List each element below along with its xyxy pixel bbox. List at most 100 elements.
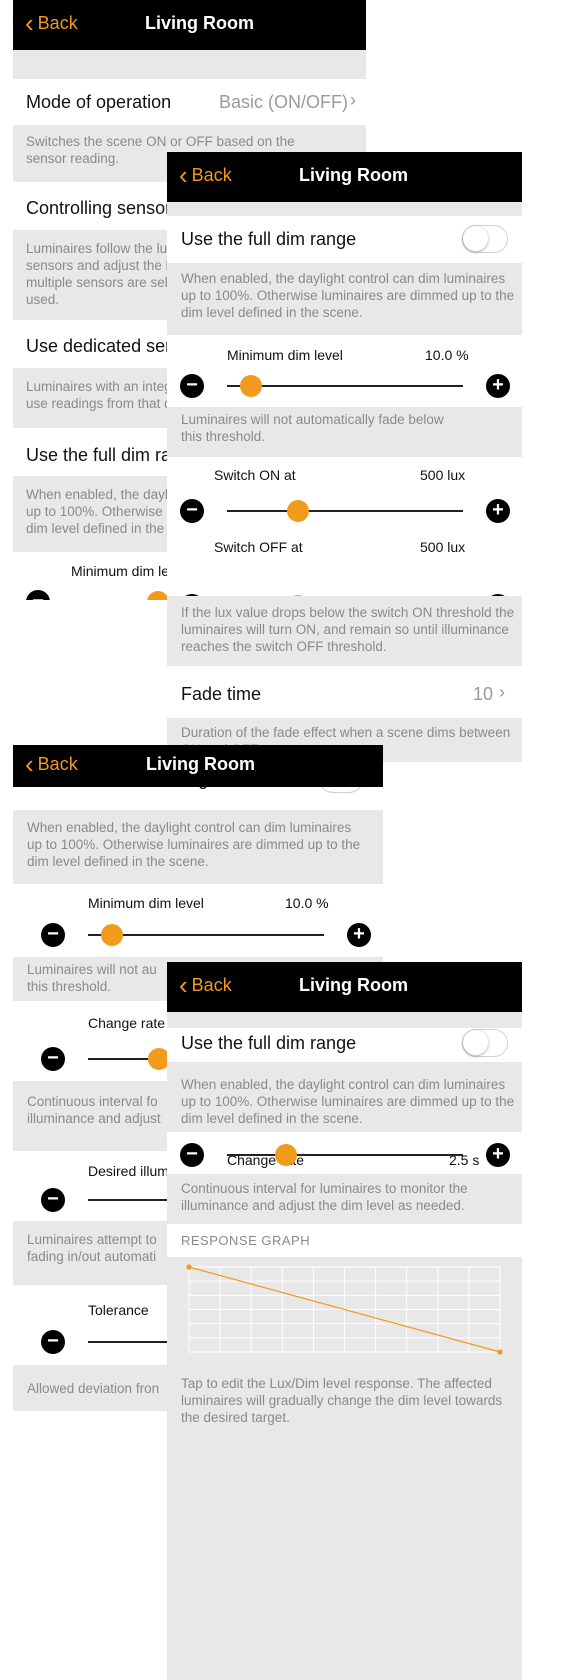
full-dim-range-toggle[interactable] — [462, 225, 508, 253]
back-button[interactable]: ‹ Back — [179, 972, 232, 998]
plus-circle-icon[interactable]: + — [486, 374, 510, 398]
min-dim-value: 10.0 % — [285, 895, 329, 911]
min-dim-desc-line: this threshold. — [27, 979, 112, 994]
graph-desc-line: the desired target. — [181, 1410, 290, 1425]
minus-circle-icon[interactable]: − — [180, 1143, 204, 1167]
switch-off-label: Switch OFF at — [214, 539, 303, 555]
screen-response-graph: ‹ Back Living Room Use the full dim rang… — [167, 962, 522, 1680]
back-button[interactable]: ‹ Back — [25, 748, 78, 779]
plus-circle-icon[interactable]: + — [486, 499, 510, 523]
switch-on-slider-track[interactable] — [227, 510, 463, 512]
controlling-desc-line: Luminaires follow the lux — [26, 241, 174, 256]
desired-illuminance-label: Desired illumi — [88, 1163, 173, 1179]
nav-bar: ‹ Back Living Room — [13, 745, 383, 787]
response-graph[interactable] — [167, 1257, 522, 1362]
switch-desc-line: If the lux value drops below the switch … — [181, 605, 515, 620]
min-dim-slider-thumb[interactable] — [239, 375, 262, 397]
nav-bar: ‹ Back Living Room — [167, 962, 522, 1012]
section-spacer — [13, 50, 366, 79]
minus-circle-icon[interactable]: − — [41, 1047, 65, 1071]
desired-desc-line: fading in/out automati — [27, 1249, 157, 1264]
nav-title: Living Room — [145, 13, 254, 33]
back-label: Back — [37, 754, 78, 774]
min-dim-label: Minimum dim level — [88, 895, 204, 911]
min-dim-slider-thumb[interactable] — [147, 591, 169, 600]
response-graph-heading: RESPONSE GRAPH — [181, 1233, 311, 1248]
back-button[interactable]: ‹ Back — [179, 162, 232, 188]
back-label: Back — [191, 165, 232, 185]
full-dim-desc-line: When enabled, the daylight control can d… — [181, 271, 506, 286]
chevron-left-icon: ‹ — [25, 7, 34, 38]
toggle-knob — [463, 226, 488, 251]
full-dim-range-row[interactable]: Use the full dim ran — [26, 445, 181, 466]
minus-circle-icon[interactable]: − — [41, 1330, 65, 1354]
tolerance-label: Tolerance — [88, 1302, 149, 1318]
dedicated-desc-line: use readings from that d — [26, 396, 172, 411]
nav-title: Living Room — [299, 975, 408, 995]
switch-desc-line: reaches the switch OFF threshold. — [181, 639, 387, 654]
min-dim-slider-thumb[interactable] — [100, 924, 123, 946]
graph-desc-block: Tap to edit the Lux/Dim level response. … — [167, 1362, 522, 1680]
nav-title: Living Room — [146, 754, 255, 774]
full-dim-desc-block: When enabled, the daylight control can d… — [13, 810, 383, 884]
full-dim-desc-line: up to 100%. Otherwise lu — [26, 504, 177, 519]
full-dim-range-title: Use the full dim range — [181, 229, 357, 249]
change-rate-slider-thumb[interactable] — [275, 1144, 297, 1166]
chevron-right-icon: › — [499, 682, 505, 702]
minus-circle-icon[interactable]: − — [41, 1188, 65, 1212]
full-dim-desc-line: up to 100%. Otherwise luminaires are dim… — [27, 837, 361, 852]
plus-circle-icon[interactable]: + — [486, 1143, 510, 1167]
minus-circle-icon[interactable]: − — [180, 374, 204, 398]
change-rate-slider-track[interactable] — [227, 1154, 463, 1156]
min-dim-desc-line: this threshold. — [181, 429, 266, 444]
graph-frame[interactable] — [167, 1257, 522, 1362]
min-dim-desc-line: Luminaires will not automatically fade b… — [181, 412, 444, 427]
minus-circle-icon[interactable]: − — [41, 923, 65, 947]
mode-desc-line: Switches the scene ON or OFF based on th… — [26, 134, 295, 149]
switch-on-slider-thumb[interactable] — [286, 500, 309, 522]
full-dim-desc-line: When enabled, the daylig — [26, 487, 179, 502]
min-dim-slider-track[interactable] — [88, 934, 324, 936]
tolerance-desc-line: Allowed deviation fron — [27, 1381, 160, 1396]
change-rate-desc-block: Continuous interval for luminaires to mo… — [167, 1174, 522, 1224]
min-dim-value: 10.0 % — [425, 347, 469, 363]
min-dim-desc-line: Luminaires will not au — [27, 962, 157, 977]
section-spacer — [167, 1012, 522, 1028]
dedicated-desc-line: Luminaires with an integ — [26, 379, 172, 394]
mode-title: Mode of operation — [26, 92, 172, 112]
change-rate-desc-line: Continuous interval for luminaires to mo… — [181, 1181, 468, 1196]
full-dim-desc-line: up to 100%. Otherwise luminaires are dim… — [181, 288, 515, 303]
plus-circle-icon[interactable]: + — [347, 923, 371, 947]
minus-circle-icon[interactable]: − — [180, 499, 204, 523]
graph-desc-line: luminaires will gradually change the dim… — [181, 1393, 503, 1408]
nav-title: Living Room — [299, 165, 408, 185]
fade-time-value: 10 — [473, 684, 494, 704]
change-rate-desc-line: illuminance and adjust — [27, 1111, 161, 1126]
controlling-sensors-row[interactable]: Controlling sensors — [26, 198, 180, 219]
controlling-desc-line: multiple sensors are sele — [26, 275, 176, 290]
full-dim-desc-line: When enabled, the daylight control can d… — [181, 1077, 506, 1092]
full-dim-range-title: Use the full dim range — [181, 1033, 357, 1053]
change-rate-desc-line: Continuous interval fo — [27, 1094, 158, 1109]
min-dim-label: Minimum dim lev — [71, 563, 177, 579]
graph-desc-line: Tap to edit the Lux/Dim level response. … — [181, 1376, 492, 1391]
minus-circle-icon[interactable]: − — [26, 590, 50, 600]
min-dim-slider-track[interactable] — [227, 385, 463, 387]
desired-desc-line: Luminaires attempt to — [27, 1232, 157, 1247]
dedicated-sensors-row[interactable]: Use dedicated sens — [26, 336, 184, 357]
mode-desc-line: sensor reading. — [26, 151, 120, 166]
response-end-point — [497, 1349, 503, 1355]
toggle-knob — [463, 1030, 488, 1055]
chevron-left-icon: ‹ — [25, 748, 34, 779]
full-dim-desc-line: dim level defined in the scene. — [181, 305, 363, 320]
full-dim-desc-line: When enabled, the daylight control can d… — [27, 820, 352, 835]
nav-bar: ‹ Back Living Room — [167, 152, 522, 202]
fade-desc-line: Duration of the fade effect when a scene… — [181, 725, 511, 740]
min-dim-desc-block: Luminaires will not automatically fade b… — [167, 407, 522, 457]
back-button[interactable]: ‹ Back — [25, 7, 78, 38]
change-rate-desc-line: illuminance and adjust the dim level as … — [181, 1198, 465, 1213]
full-dim-range-toggle[interactable] — [462, 1029, 508, 1057]
mode-value: Basic (ON/OFF) — [219, 92, 348, 112]
full-dim-desc-block: When enabled, the daylight control can d… — [167, 263, 522, 335]
response-start-point — [186, 1264, 192, 1270]
